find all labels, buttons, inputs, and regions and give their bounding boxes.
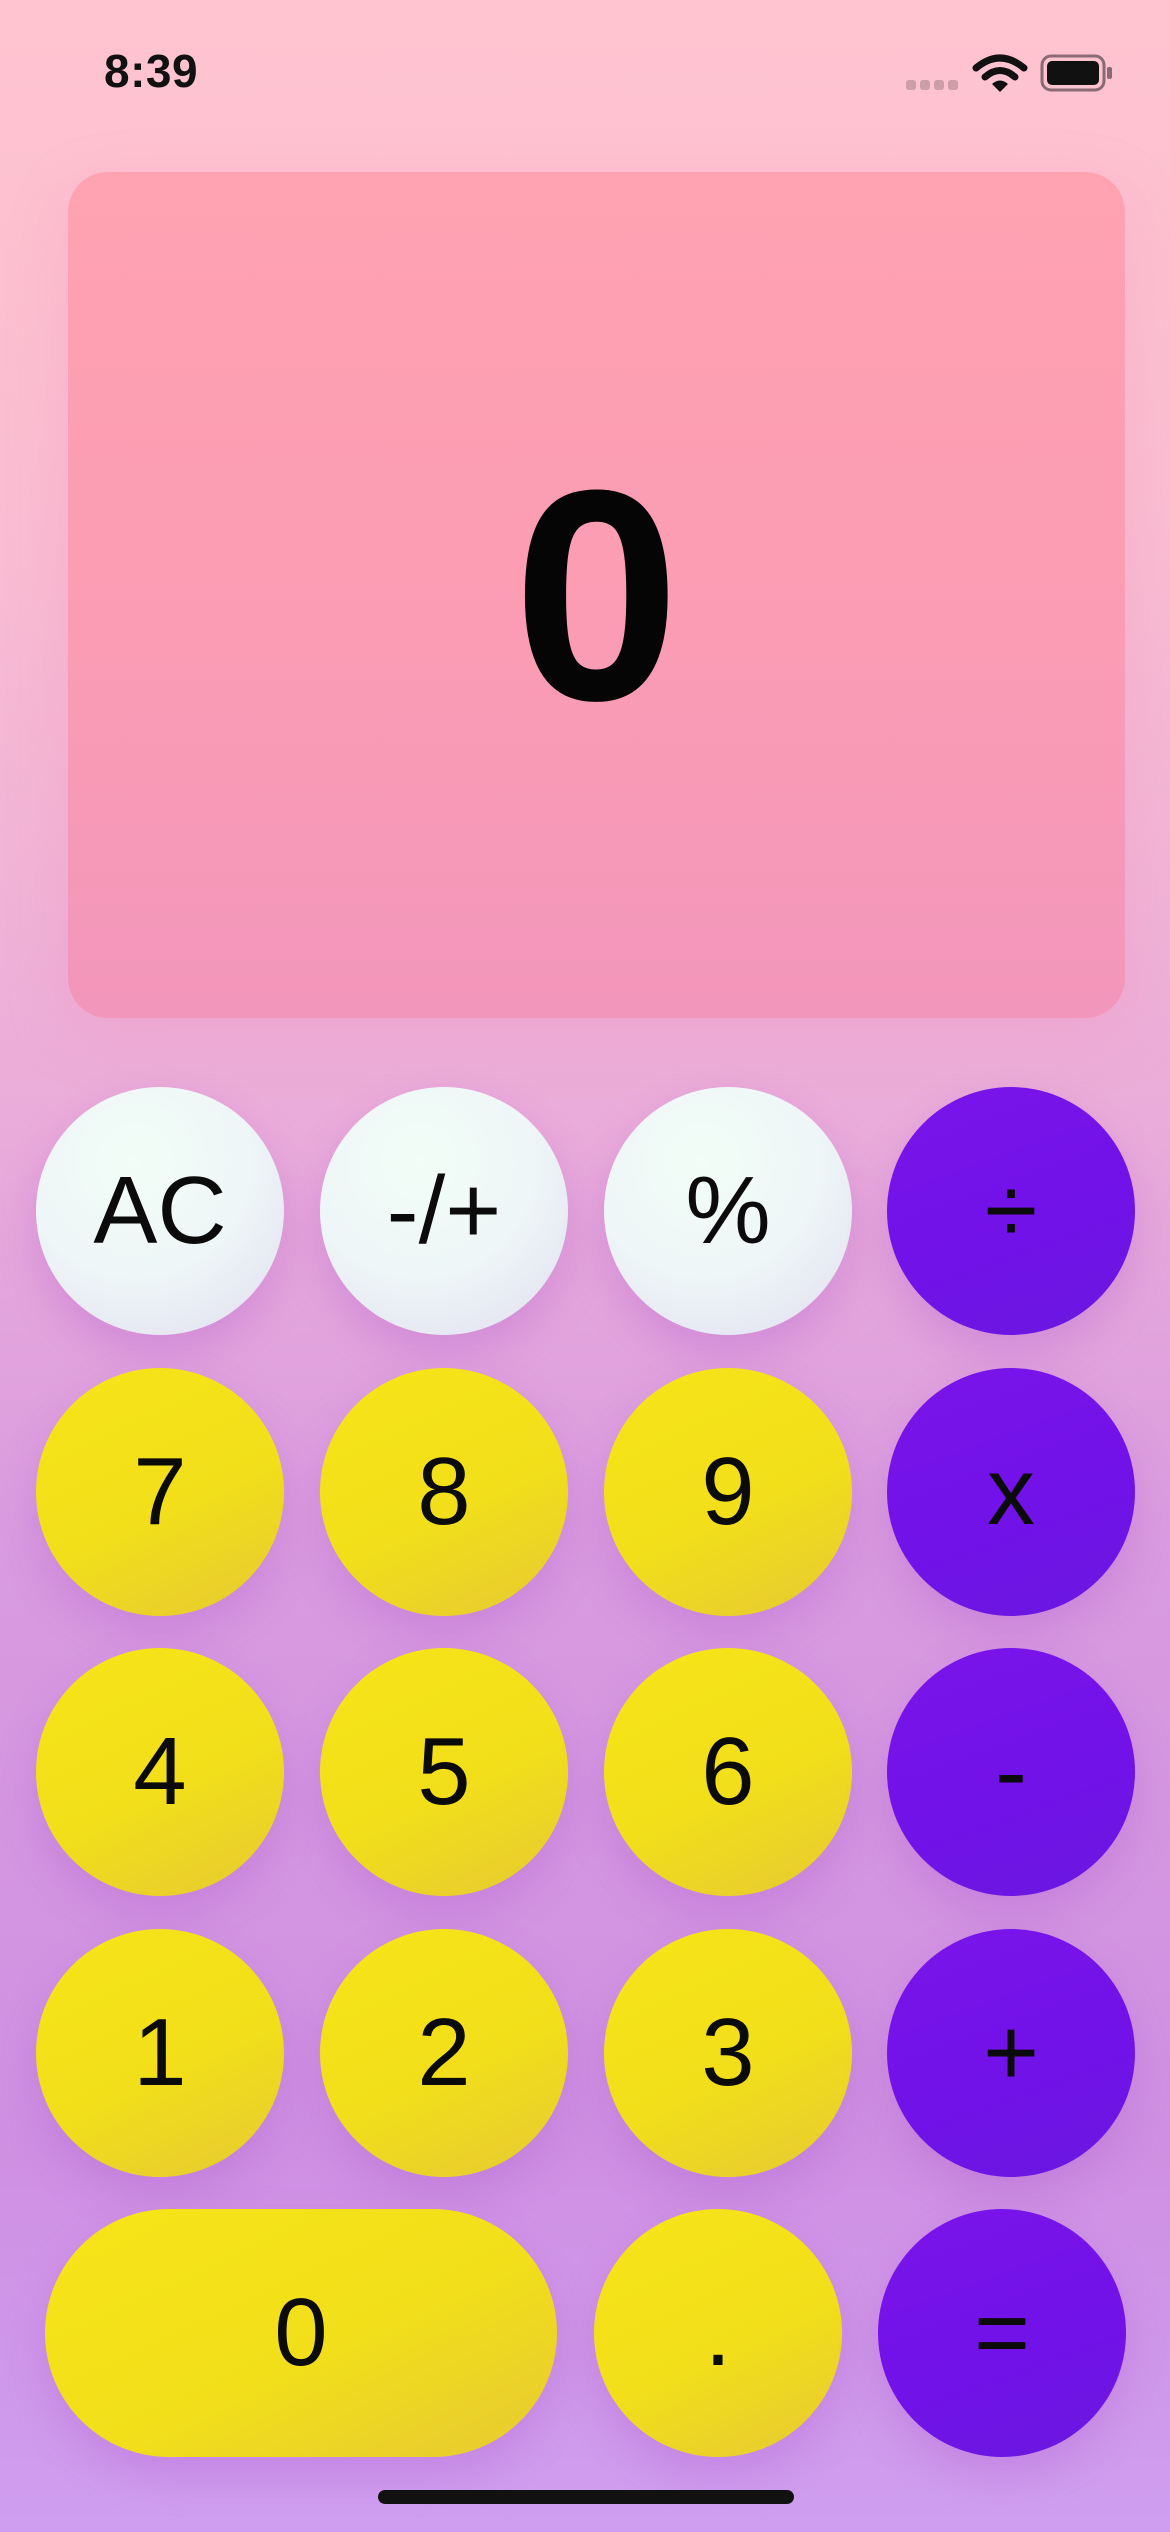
battery-icon	[1040, 54, 1112, 92]
home-indicator[interactable]	[378, 2490, 794, 2504]
equals-button[interactable]: =	[878, 2209, 1126, 2457]
digit-3-button[interactable]: 3	[604, 1929, 852, 2177]
subtract-button[interactable]: -	[887, 1648, 1135, 1896]
decimal-point-button[interactable]: .	[594, 2209, 842, 2457]
digit-4-button[interactable]: 4	[36, 1648, 284, 1896]
clear-button[interactable]: AC	[36, 1087, 284, 1335]
status-bar: 8:39	[0, 0, 1170, 150]
divide-button[interactable]: ÷	[887, 1087, 1135, 1335]
add-button[interactable]: +	[887, 1929, 1135, 2177]
toggle-sign-button[interactable]: -/+	[320, 1087, 568, 1335]
display-value: 0	[513, 427, 680, 763]
digit-8-button[interactable]: 8	[320, 1368, 568, 1616]
status-time: 8:39	[104, 45, 199, 97]
digit-2-button[interactable]: 2	[320, 1929, 568, 2177]
digit-0-button[interactable]: 0	[45, 2209, 557, 2457]
digit-9-button[interactable]: 9	[604, 1368, 852, 1616]
multiply-button[interactable]: x	[887, 1368, 1135, 1616]
wifi-icon	[972, 54, 1028, 92]
cellular-signal-icon	[906, 80, 960, 92]
percent-button[interactable]: %	[604, 1087, 852, 1335]
digit-7-button[interactable]: 7	[36, 1368, 284, 1616]
calculator-display: 0	[68, 172, 1125, 1018]
digit-6-button[interactable]: 6	[604, 1648, 852, 1896]
digit-5-button[interactable]: 5	[320, 1648, 568, 1896]
digit-1-button[interactable]: 1	[36, 1929, 284, 2177]
